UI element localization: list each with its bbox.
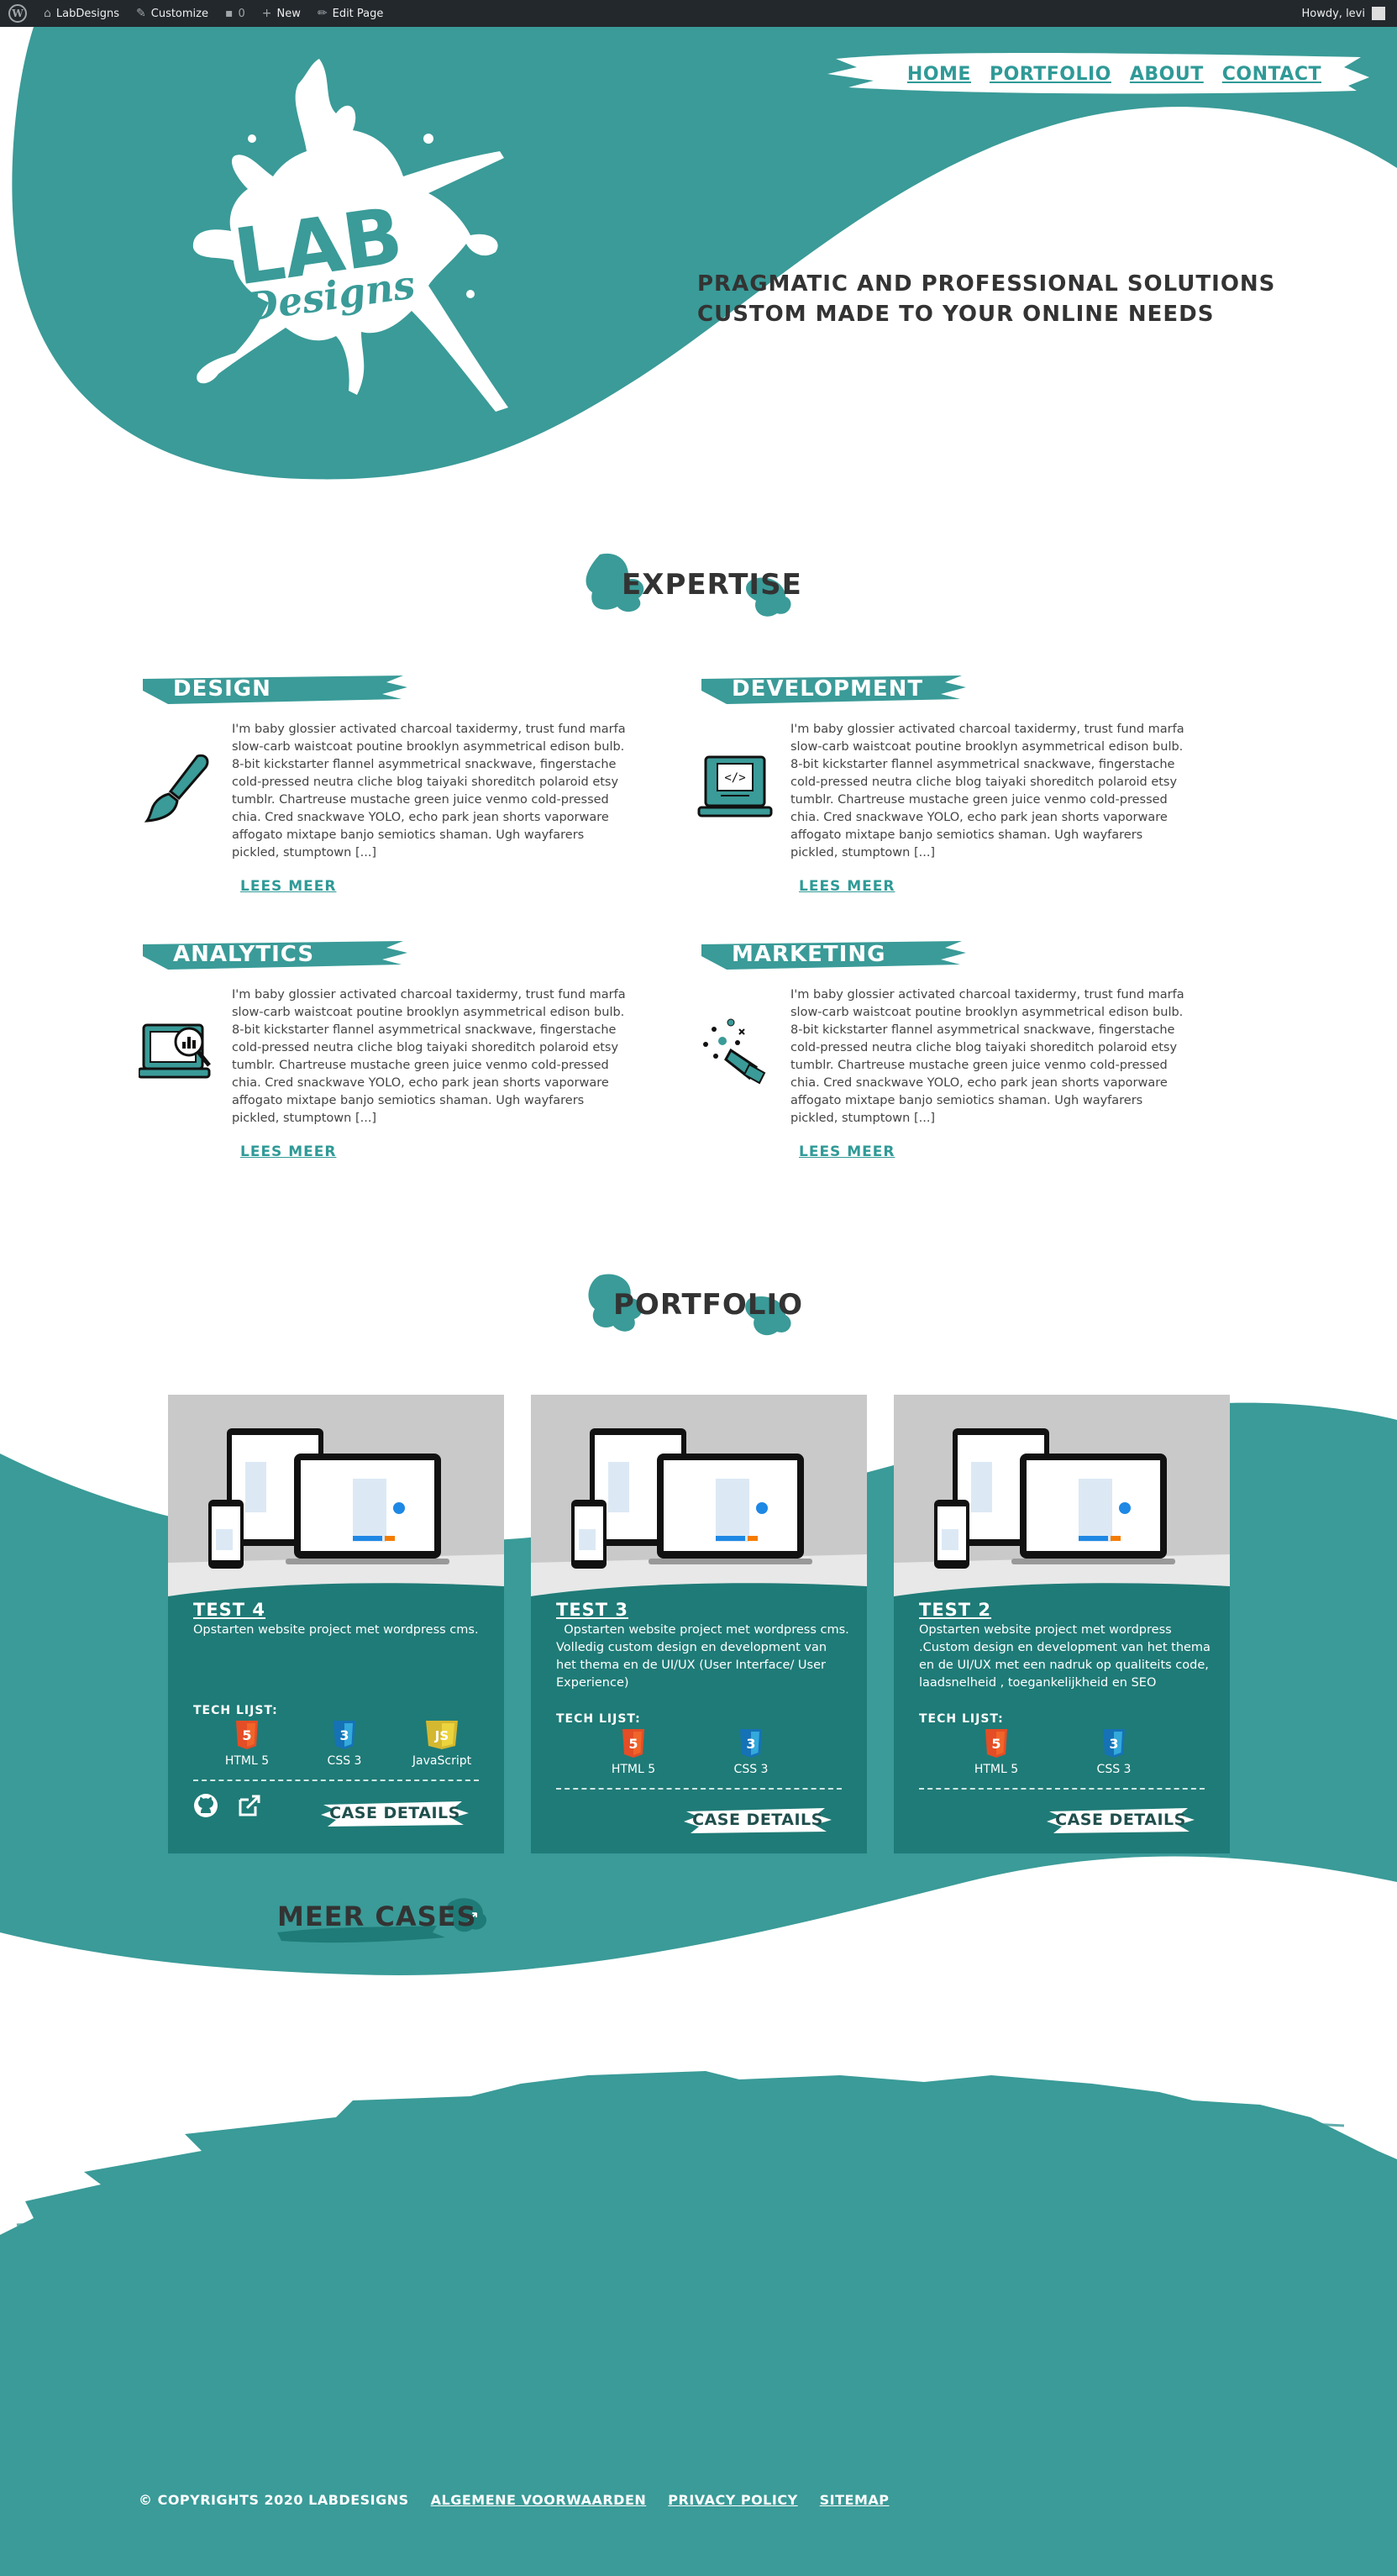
project-screenshot <box>894 1395 1230 1596</box>
expertise-analytics-text: I'm baby glossier activated charcoal tax… <box>232 988 626 1125</box>
tech-list: 5 HTML 5 3 CSS 3 JS JavaScript <box>212 1721 477 1768</box>
tech-list: 5 HTML 5 3 CSS 3 <box>598 1729 786 1776</box>
card-divider <box>919 1788 1205 1790</box>
portfolio-title: PORTFOLIO <box>613 1288 804 1322</box>
case-details-label: CASE DETAILS <box>692 1811 823 1829</box>
tech-list-heading: TECH LIJST: <box>919 1712 1004 1726</box>
megaphone-icon <box>703 1018 766 1085</box>
case-details-button[interactable]: CASE DETAILS <box>1045 1803 1196 1837</box>
tech-list-heading: TECH LIJST: <box>193 1704 278 1717</box>
footer: © COPYRIGHTS 2020 LABDESIGNS ALGEMENE VO… <box>139 2492 890 2508</box>
project-screenshot <box>531 1395 867 1596</box>
footer-privacy-link[interactable]: PRIVACY POLICY <box>668 2492 797 2508</box>
tech-list: 5 HTML 5 3 CSS 3 <box>961 1729 1149 1776</box>
project-title[interactable]: TEST 4 <box>193 1600 265 1620</box>
tech-item-html5: 5 HTML 5 <box>598 1729 669 1776</box>
project-description: Opstarten website project met wordpress … <box>193 1623 479 1637</box>
html5-icon: 5 <box>622 1729 644 1758</box>
tech-item-css3: 3 CSS 3 <box>1079 1729 1149 1776</box>
css3-icon: 3 <box>1103 1729 1125 1758</box>
project-title[interactable]: TEST 3 <box>556 1600 628 1620</box>
svg-text:3: 3 <box>1109 1736 1118 1752</box>
case-details-label: CASE DETAILS <box>329 1804 460 1822</box>
development-read-more-link[interactable]: LEES MEER <box>799 878 895 895</box>
javascript-icon: JS <box>426 1721 458 1749</box>
external-link-icon[interactable] <box>237 1793 262 1818</box>
expertise-marketing-title: MARKETING <box>732 942 886 967</box>
css3-icon: 3 <box>333 1721 355 1749</box>
tech-name: HTML 5 <box>974 1763 1019 1776</box>
design-read-more-link[interactable]: LEES MEER <box>240 878 336 895</box>
footer-terms-link[interactable]: ALGEMENE VOORWAARDEN <box>431 2492 647 2508</box>
expertise-analytics-title: ANALYTICS <box>173 942 315 967</box>
expertise-design-title: DESIGN <box>173 676 271 702</box>
svg-text:5: 5 <box>991 1736 1000 1752</box>
analytics-read-more-link[interactable]: LEES MEER <box>240 1143 336 1160</box>
html5-icon: 5 <box>236 1721 258 1749</box>
footer-sitemap-link[interactable]: SITEMAP <box>820 2492 890 2508</box>
expertise-marketing-text: I'm baby glossier activated charcoal tax… <box>790 988 1184 1125</box>
tech-item-css3: 3 CSS 3 <box>309 1721 380 1768</box>
tech-name: CSS 3 <box>733 1763 769 1776</box>
tech-name: CSS 3 <box>327 1754 362 1768</box>
html5-icon: 5 <box>985 1729 1007 1758</box>
footer-copyright: © COPYRIGHTS 2020 LABDESIGNS <box>139 2492 409 2508</box>
project-screenshot <box>168 1395 504 1596</box>
card-divider <box>556 1788 842 1790</box>
css3-icon: 3 <box>740 1729 762 1758</box>
case-details-button[interactable]: CASE DETAILS <box>319 1796 470 1830</box>
svg-text:3: 3 <box>746 1736 755 1752</box>
paintbrush-icon <box>144 754 209 823</box>
svg-text:JS: JS <box>434 1728 449 1743</box>
tech-name: CSS 3 <box>1096 1763 1132 1776</box>
github-icon[interactable] <box>193 1793 218 1818</box>
portfolio-card-test-3[interactable]: TEST 3 Opstarten website project met wor… <box>531 1395 867 1853</box>
tech-item-html5: 5 HTML 5 <box>961 1729 1032 1776</box>
tech-name: HTML 5 <box>611 1763 656 1776</box>
tech-list-heading: TECH LIJST: <box>556 1712 641 1726</box>
portfolio-card-test-2[interactable]: TEST 2 Opstarten website project met wor… <box>894 1395 1230 1853</box>
expertise-development-title: DEVELOPMENT <box>732 676 924 702</box>
case-details-label: CASE DETAILS <box>1055 1811 1186 1829</box>
project-description: Opstarten website project met wordpress … <box>919 1623 1211 1690</box>
project-links <box>193 1793 262 1818</box>
marketing-read-more-link[interactable]: LEES MEER <box>799 1143 895 1160</box>
analytics-laptop-icon <box>139 1023 211 1079</box>
tech-item-css3: 3 CSS 3 <box>716 1729 786 1776</box>
tech-item-javascript: JS JavaScript <box>407 1721 477 1768</box>
code-laptop-icon: </> <box>697 755 773 817</box>
svg-text:</>: </> <box>724 771 745 785</box>
svg-text:5: 5 <box>242 1727 251 1743</box>
expertise-design-text: I'm baby glossier activated charcoal tax… <box>232 723 626 860</box>
more-cases-link[interactable]: MEER CASES <box>277 1900 477 1932</box>
case-details-button[interactable]: CASE DETAILS <box>682 1803 833 1837</box>
svg-text:5: 5 <box>628 1736 638 1752</box>
card-divider <box>193 1780 479 1781</box>
portfolio-card-test-4[interactable]: TEST 4 Opstarten website project met wor… <box>168 1395 504 1853</box>
svg-text:3: 3 <box>339 1727 349 1743</box>
project-description: Opstarten website project met wordpress … <box>556 1623 849 1690</box>
tech-name: HTML 5 <box>224 1754 270 1768</box>
project-title[interactable]: TEST 2 <box>919 1600 991 1620</box>
tech-name: JavaScript <box>412 1754 472 1768</box>
tech-item-html5: 5 HTML 5 <box>212 1721 282 1768</box>
expertise-development-text: I'm baby glossier activated charcoal tax… <box>790 723 1184 860</box>
